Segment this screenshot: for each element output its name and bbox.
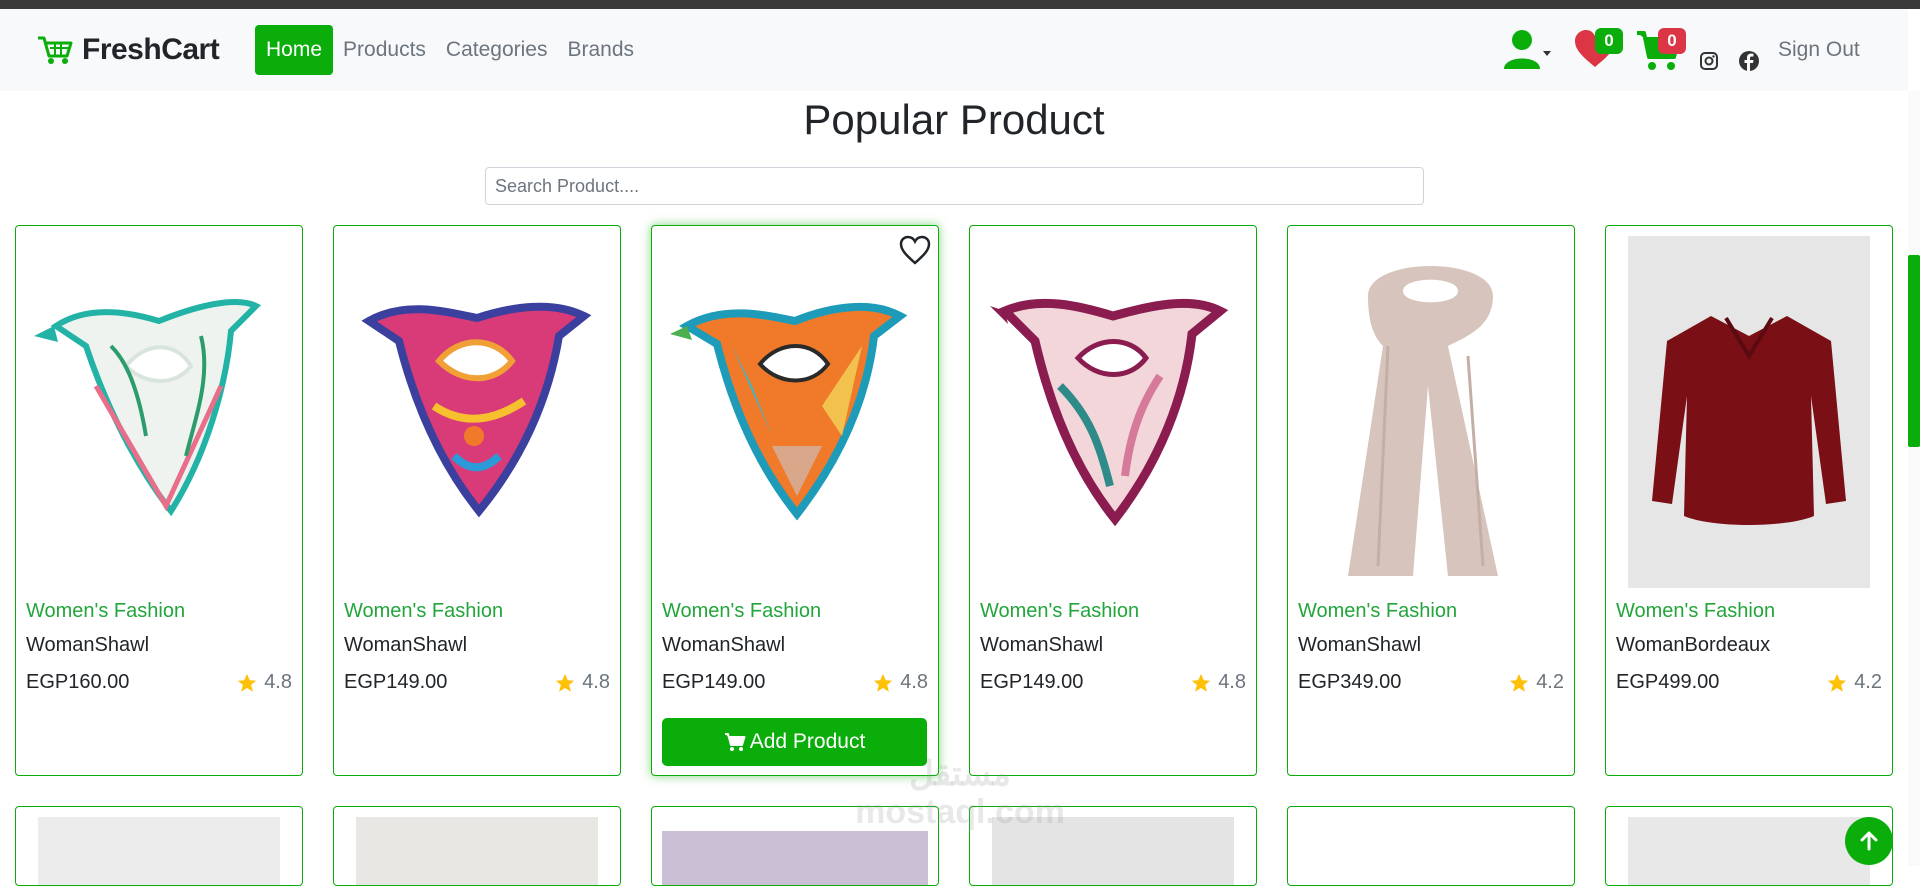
brand-name: FreshCart — [82, 33, 220, 66]
rating-value: 4.2 — [1536, 671, 1564, 693]
watermark-line2: mostaql.com — [855, 793, 1065, 831]
product-rating: 4.2 — [1508, 671, 1564, 694]
cart-count-badge: 0 — [1658, 28, 1686, 54]
product-image-shirt — [1628, 236, 1870, 588]
wishlist-heart-icon[interactable] — [898, 234, 932, 266]
star-icon — [1510, 673, 1529, 692]
product-card[interactable]: Women's Fashion WomanShawl EGP149.00 4.8 — [969, 225, 1257, 776]
star-icon — [238, 673, 257, 692]
product-price: EGP149.00 — [662, 671, 766, 693]
instagram-icon — [1700, 52, 1718, 70]
star-icon — [874, 673, 893, 692]
product-image — [356, 817, 598, 885]
product-card[interactable] — [15, 806, 303, 886]
product-image — [1310, 817, 1552, 885]
product-image — [38, 817, 280, 885]
product-name: WomanBordeaux — [1616, 634, 1771, 656]
instagram-link[interactable] — [1699, 51, 1719, 76]
product-price: EGP149.00 — [344, 671, 448, 693]
product-rating: 4.8 — [554, 671, 610, 694]
user-menu[interactable] — [1502, 27, 1552, 76]
product-category: Women's Fashion — [1298, 600, 1458, 622]
rating-value: 4.8 — [582, 671, 610, 693]
arrow-up-icon — [1860, 831, 1878, 851]
sign-out-link[interactable]: Sign Out — [1778, 38, 1860, 62]
star-icon — [556, 673, 575, 692]
product-name: WomanShawl — [980, 634, 1104, 656]
product-rating: 4.8 — [236, 671, 292, 694]
product-card[interactable]: Women's Fashion WomanShawl EGP149.00 4.8… — [651, 225, 939, 776]
star-icon — [1192, 673, 1211, 692]
product-category: Women's Fashion — [1616, 600, 1776, 622]
star-icon — [1828, 673, 1847, 692]
product-card[interactable]: Women's Fashion WomanBordeaux EGP499.00 … — [1605, 225, 1893, 776]
browser-top-strip — [0, 0, 1920, 9]
product-price: EGP160.00 — [26, 671, 130, 693]
rating-value: 4.8 — [900, 671, 928, 693]
search-input[interactable] — [485, 167, 1424, 205]
facebook-icon — [1739, 51, 1759, 71]
product-price: EGP349.00 — [1298, 671, 1402, 693]
product-card[interactable]: Women's Fashion WomanShawl EGP349.00 4.2 — [1287, 225, 1575, 776]
product-name: WomanShawl — [662, 634, 786, 656]
nav-links: Home Products Categories Brands — [255, 25, 644, 75]
product-price: EGP499.00 — [1616, 671, 1720, 693]
watermark-line1: مستقل — [909, 755, 1011, 793]
facebook-link[interactable] — [1738, 50, 1760, 77]
product-card[interactable] — [333, 806, 621, 886]
product-category: Women's Fashion — [344, 600, 504, 622]
product-image-scarf — [1348, 266, 1498, 576]
cart-button[interactable]: 0 — [1636, 28, 1686, 78]
product-card[interactable] — [1287, 806, 1575, 886]
product-category: Women's Fashion — [26, 600, 186, 622]
product-category: Women's Fashion — [662, 600, 822, 622]
page-title: Popular Product — [803, 96, 1105, 143]
brand-logo[interactable]: FreshCart — [36, 33, 220, 67]
watermark: مستقل mostaql.com — [845, 755, 1075, 831]
cart-logo-icon — [38, 36, 73, 64]
add-product-label: Add Product — [749, 730, 866, 753]
navbar: FreshCart Home Products Categories Brand… — [0, 9, 1908, 91]
product-image-shawl — [990, 298, 1229, 527]
product-category: Women's Fashion — [980, 600, 1140, 622]
nav-link-home[interactable]: Home — [255, 25, 334, 75]
product-card[interactable]: Women's Fashion WomanShawl EGP160.00 4.8 — [15, 225, 303, 776]
scrollbar-track[interactable] — [1908, 91, 1920, 866]
product-image-shawl — [34, 298, 262, 517]
product-rating: 4.8 — [1190, 671, 1246, 694]
nav-link-products[interactable]: Products — [333, 26, 436, 74]
product-name: WomanShawl — [344, 634, 468, 656]
product-image — [662, 831, 928, 885]
rating-value: 4.8 — [264, 671, 292, 693]
product-image — [1628, 817, 1870, 885]
product-name: WomanShawl — [1298, 634, 1422, 656]
scroll-to-top-button[interactable] — [1845, 817, 1893, 865]
product-name: WomanShawl — [26, 634, 150, 656]
scrollbar-thumb[interactable] — [1908, 255, 1920, 447]
product-card[interactable]: Women's Fashion WomanShawl EGP149.00 4.8 — [333, 225, 621, 776]
rating-value: 4.2 — [1854, 671, 1882, 693]
user-icon — [1504, 30, 1551, 69]
product-image-shawl — [361, 302, 592, 518]
product-image-shawl — [670, 303, 908, 521]
wishlist-button[interactable]: 0 — [1573, 28, 1623, 74]
product-rating: 4.2 — [1826, 671, 1882, 694]
rating-value: 4.8 — [1218, 671, 1246, 693]
cart-icon — [724, 733, 746, 751]
product-price: EGP149.00 — [980, 671, 1084, 693]
wishlist-count-badge: 0 — [1595, 28, 1623, 54]
nav-link-brands[interactable]: Brands — [557, 26, 644, 74]
nav-link-categories[interactable]: Categories — [436, 26, 558, 74]
product-rating: 4.8 — [872, 671, 928, 694]
